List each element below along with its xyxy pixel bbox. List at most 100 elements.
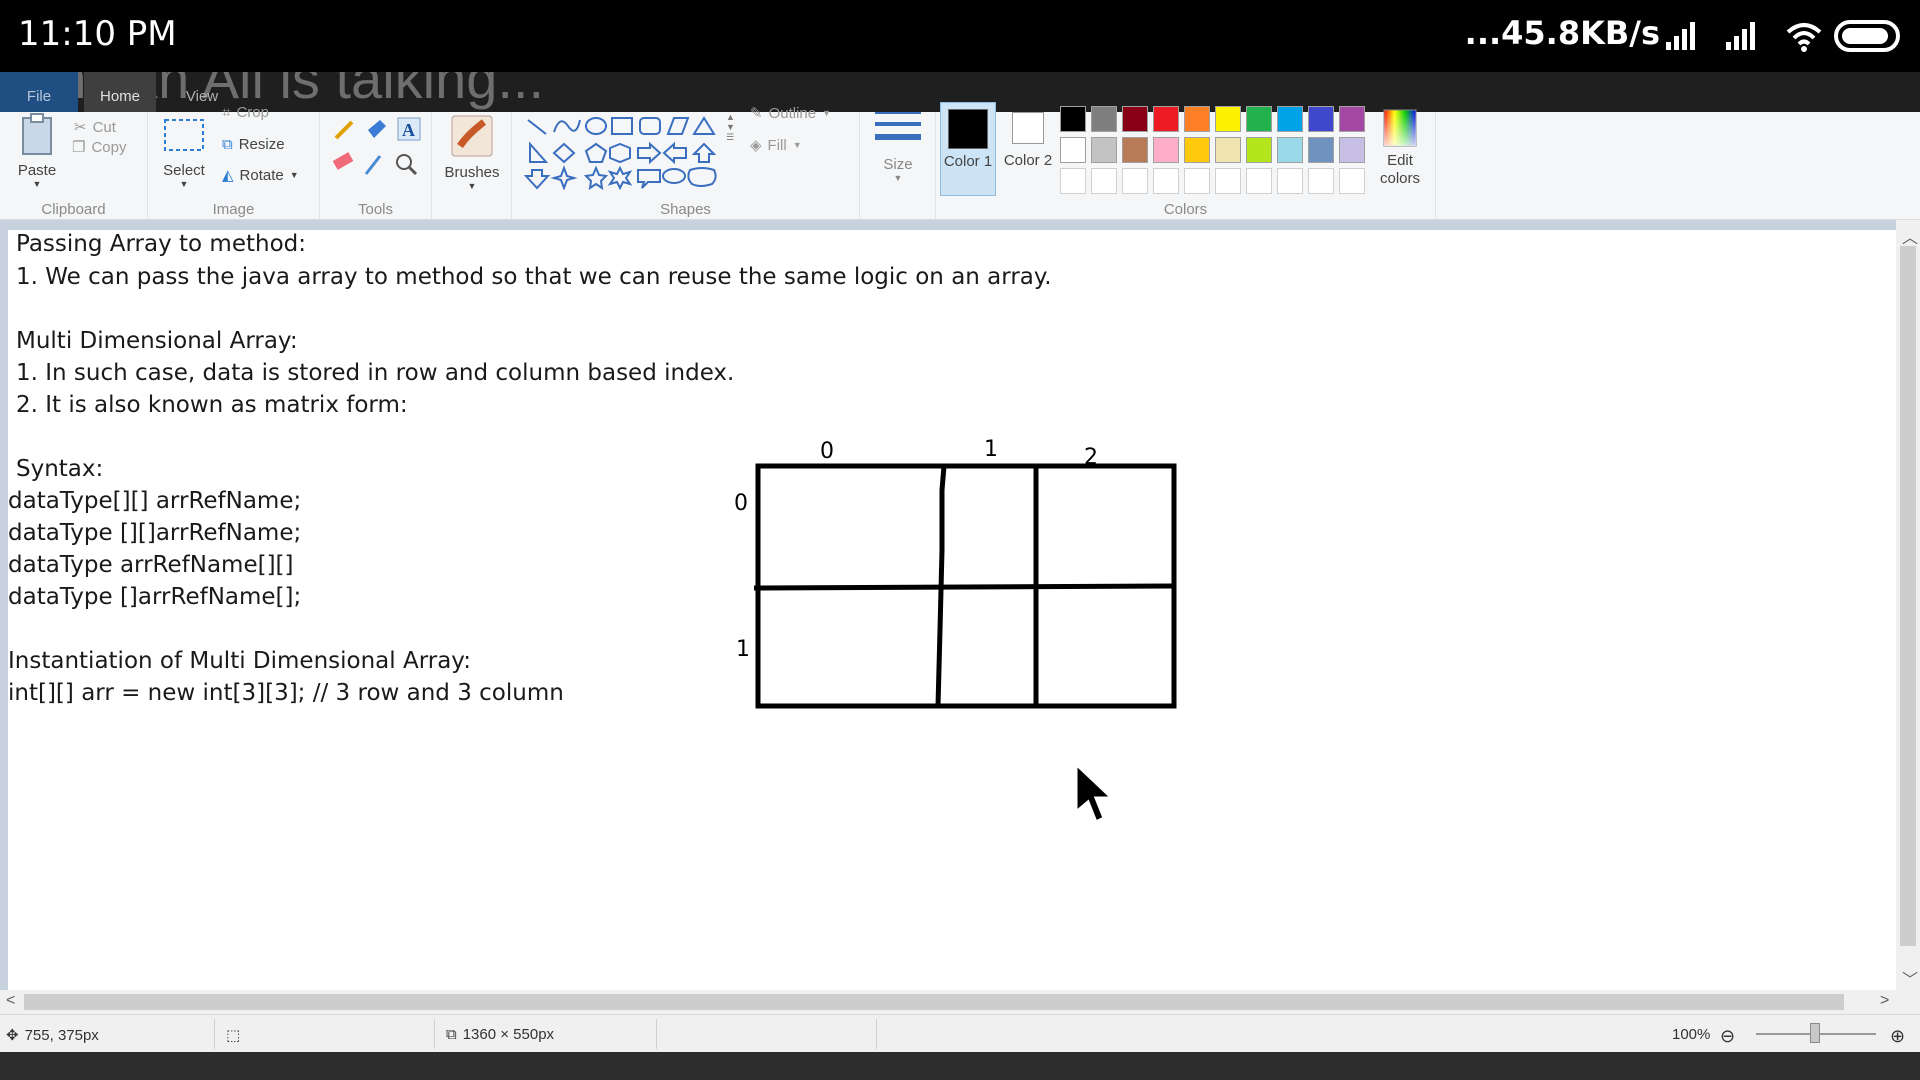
palette-swatch[interactable] bbox=[1060, 137, 1086, 163]
size-label: Size bbox=[883, 156, 913, 173]
palette-swatch[interactable] bbox=[1339, 106, 1365, 132]
palette-swatch[interactable] bbox=[1246, 106, 1272, 132]
palette-swatch-empty[interactable] bbox=[1246, 168, 1272, 194]
outline-button[interactable]: ✎ Outline ▼ bbox=[750, 104, 831, 123]
horizontal-scroll-thumb[interactable] bbox=[24, 994, 1844, 1010]
zoom-slider-thumb[interactable] bbox=[1810, 1023, 1820, 1043]
color1-button[interactable]: Color 1 bbox=[940, 102, 996, 196]
scroll-left-icon[interactable]: < bbox=[6, 992, 15, 1010]
scroll-up-icon[interactable]: ︿ bbox=[1902, 224, 1918, 248]
resize-button[interactable]: ⧉ Resize bbox=[222, 136, 285, 153]
matrix-row-divider bbox=[753, 583, 1175, 591]
palette-swatch[interactable] bbox=[1246, 137, 1272, 163]
palette-swatch[interactable] bbox=[1184, 106, 1210, 132]
palette-swatch[interactable] bbox=[1122, 137, 1148, 163]
text-line: 2. It is also known as matrix form: bbox=[16, 392, 408, 418]
select-button[interactable]: Select ▼ bbox=[154, 112, 214, 189]
palette-swatch-empty[interactable] bbox=[1153, 168, 1179, 194]
palette-swatch-empty[interactable] bbox=[1060, 168, 1086, 194]
palette-swatch-empty[interactable] bbox=[1339, 168, 1365, 194]
palette-swatch-empty[interactable] bbox=[1277, 168, 1303, 194]
shapes-scroll-icon[interactable]: ▲ ▼ ☰ bbox=[726, 112, 735, 143]
outline-label: Outline bbox=[768, 104, 817, 122]
vertical-scroll-thumb[interactable] bbox=[1900, 246, 1916, 946]
color2-button[interactable]: Color 2 bbox=[1000, 102, 1056, 196]
paste-button[interactable]: Paste ▼ bbox=[12, 112, 62, 189]
zoom-out-button[interactable]: ⊖ bbox=[1720, 1026, 1735, 1047]
line-size-icon bbox=[875, 112, 921, 140]
paste-dropdown-icon: ▼ bbox=[32, 179, 42, 189]
color2-label: Color 2 bbox=[1003, 152, 1053, 169]
palette-swatch-empty[interactable] bbox=[1308, 168, 1334, 194]
colors-group-label: Colors bbox=[1163, 201, 1208, 218]
group-colors: Color 1 Color 2 Edit colors Colors bbox=[936, 102, 1436, 220]
crop-icon: ⌗ bbox=[222, 104, 231, 121]
divider bbox=[214, 1019, 215, 1049]
canvas-size-text: 1360 × 550px bbox=[462, 1026, 555, 1043]
edit-colors-button[interactable]: Edit colors bbox=[1372, 102, 1428, 188]
palette-swatch[interactable] bbox=[1122, 106, 1148, 132]
text-line: 1. We can pass the java array to method … bbox=[16, 264, 1052, 290]
image-group-label: Image bbox=[212, 201, 255, 218]
palette-swatch-empty[interactable] bbox=[1215, 168, 1241, 194]
crop-button[interactable]: ⌗ Crop bbox=[222, 104, 269, 121]
text-line: int[][] arr = new int[3][3]; // 3 row an… bbox=[8, 680, 564, 706]
tab-file[interactable]: File bbox=[0, 72, 78, 112]
zoom-in-button[interactable]: ⊕ bbox=[1890, 1026, 1905, 1047]
copy-button[interactable]: ❐ Copy bbox=[72, 138, 127, 157]
palette-swatch[interactable] bbox=[1277, 106, 1303, 132]
palette-swatch[interactable] bbox=[1215, 106, 1241, 132]
palette-swatch[interactable] bbox=[1091, 106, 1117, 132]
group-size: Size ▼ bbox=[860, 112, 936, 220]
ribbon: Paste ▼ ✂ Cut ❐ Copy Clipboard Select ▼ bbox=[0, 102, 1920, 220]
vertical-scrollbar[interactable]: ︿ ﹀ bbox=[1896, 220, 1920, 990]
palette-swatch-empty[interactable] bbox=[1091, 168, 1117, 194]
svg-text:A: A bbox=[402, 120, 415, 140]
cut-button[interactable]: ✂ Cut bbox=[74, 118, 116, 137]
text-line: Syntax: bbox=[16, 456, 104, 482]
palette-swatch[interactable] bbox=[1153, 106, 1179, 132]
matrix-drawing: 0 1 2 0 1 bbox=[734, 437, 1177, 709]
brushes-button[interactable]: Brushes ▼ bbox=[438, 112, 506, 191]
signal-icon-2 bbox=[1726, 22, 1755, 50]
palette-swatch[interactable] bbox=[1091, 137, 1117, 163]
shapes-gallery[interactable] bbox=[524, 106, 746, 190]
scroll-down-icon[interactable]: ﹀ bbox=[1902, 966, 1918, 990]
palette-swatch[interactable] bbox=[1153, 137, 1179, 163]
color-wheel-icon bbox=[1383, 109, 1417, 147]
brushes-dropdown-icon: ▼ bbox=[467, 181, 477, 191]
fill-label: Fill bbox=[767, 136, 787, 154]
palette-swatch[interactable] bbox=[1184, 137, 1210, 163]
divider bbox=[876, 1019, 877, 1049]
rotate-button[interactable]: ◭ Rotate ▼ bbox=[222, 166, 299, 185]
fill-button[interactable]: ◈ Fill ▼ bbox=[750, 136, 802, 155]
tab-home[interactable]: Home bbox=[84, 72, 156, 112]
tools-group-label: Tools bbox=[357, 201, 394, 218]
palette-swatch[interactable] bbox=[1308, 137, 1334, 163]
palette-swatch[interactable] bbox=[1308, 106, 1334, 132]
zoom-level: 100% bbox=[1672, 1026, 1710, 1043]
palette-swatch-empty[interactable] bbox=[1122, 168, 1148, 194]
drawing-canvas[interactable]: Passing Array to method: 1. We can pass … bbox=[8, 230, 1896, 990]
divider bbox=[656, 1019, 657, 1049]
group-tools: A Tools bbox=[320, 112, 432, 220]
matrix-col-divider-1 bbox=[935, 465, 947, 707]
scroll-right-icon[interactable]: > bbox=[1880, 992, 1889, 1010]
palette-swatch-empty[interactable] bbox=[1184, 168, 1210, 194]
text-line: dataType arrRefName[][] bbox=[8, 552, 294, 578]
rotate-icon: ◭ bbox=[222, 167, 234, 184]
shapes-group-label: Shapes bbox=[660, 201, 711, 218]
palette-swatch[interactable] bbox=[1339, 137, 1365, 163]
horizontal-scrollbar[interactable]: < > bbox=[0, 990, 1920, 1014]
selection-size: ⬚ bbox=[226, 1026, 240, 1044]
copy-label: Copy bbox=[91, 138, 127, 156]
palette-swatch[interactable] bbox=[1060, 106, 1086, 132]
text-line: Instantiation of Multi Dimensional Array… bbox=[8, 648, 471, 674]
brush-icon bbox=[451, 115, 493, 157]
size-button[interactable]: Size ▼ bbox=[868, 104, 928, 183]
palette-swatch[interactable] bbox=[1277, 137, 1303, 163]
color1-label: Color 1 bbox=[943, 153, 993, 170]
fill-icon: ◈ bbox=[750, 137, 762, 154]
row-label-1: 1 bbox=[736, 637, 750, 662]
palette-swatch[interactable] bbox=[1215, 137, 1241, 163]
